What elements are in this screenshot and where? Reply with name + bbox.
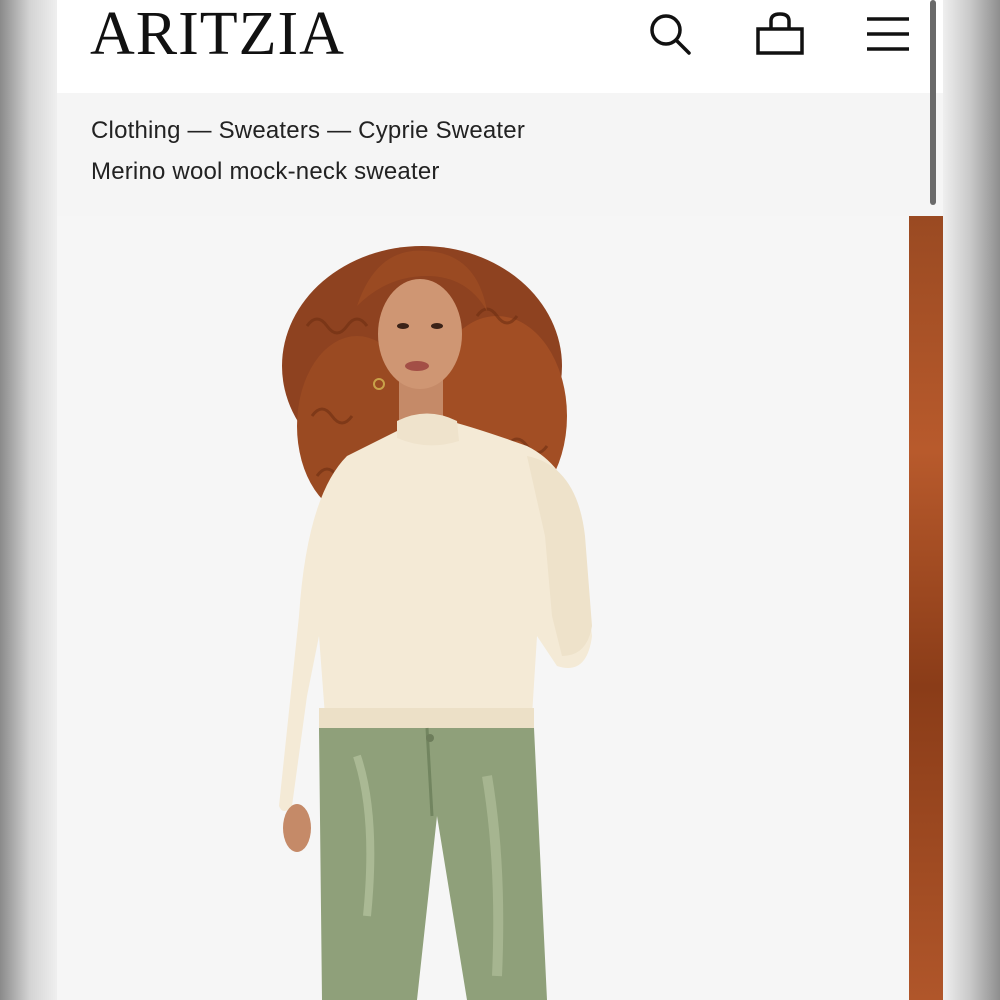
menu-icon — [867, 17, 909, 51]
menu-button[interactable] — [862, 8, 914, 60]
scrollbar[interactable] — [930, 0, 936, 205]
next-image-peek[interactable] — [909, 216, 943, 1000]
product-image[interactable] — [57, 216, 909, 1000]
breadcrumb-bar: Clothing — Sweaters — Cyprie Sweater Mer… — [57, 93, 943, 216]
site-header: ARITZIA — [57, 0, 943, 93]
phone-screen: ARITZIA Clothing — Sweaters — Cyprie Swe… — [57, 0, 943, 1000]
cart-button[interactable] — [754, 8, 806, 60]
brand-logo[interactable]: ARITZIA — [90, 2, 345, 66]
shopping-bag-icon — [756, 12, 804, 55]
search-icon — [650, 14, 691, 55]
model-photo — [279, 246, 592, 1000]
search-button[interactable] — [644, 8, 696, 60]
product-subtitle: Merino wool mock-neck sweater — [91, 158, 440, 185]
breadcrumb[interactable]: Clothing — Sweaters — Cyprie Sweater — [91, 117, 525, 145]
